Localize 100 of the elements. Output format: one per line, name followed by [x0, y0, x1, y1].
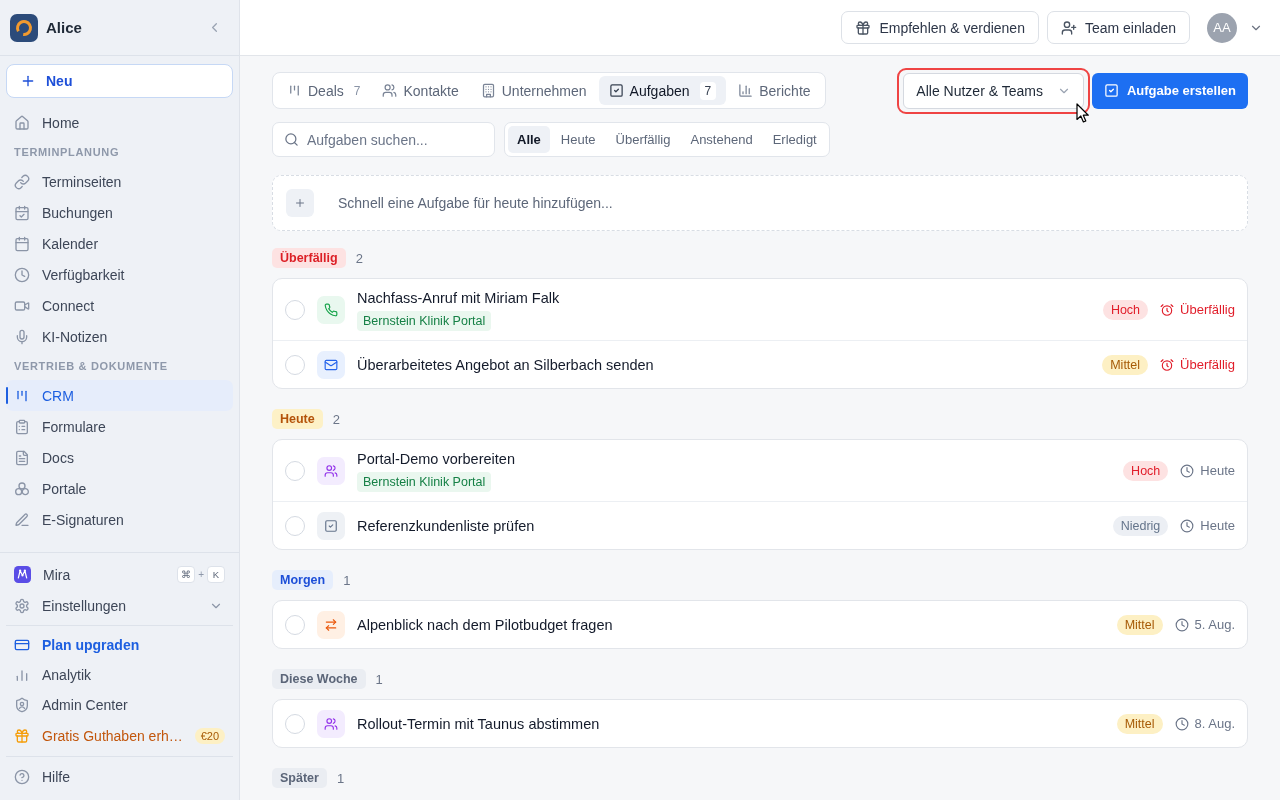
document-icon — [14, 449, 30, 466]
credit-badge: €20 — [194, 728, 225, 744]
tab-count: 7 — [699, 81, 717, 100]
swap-arrows-icon — [317, 610, 345, 639]
workspace-logo-icon — [10, 13, 38, 42]
clock-icon — [1180, 463, 1195, 478]
calendar-icon — [14, 235, 30, 252]
people-icon — [382, 83, 398, 98]
group-tag: Überfällig — [272, 248, 346, 268]
nav-item[interactable]: E-Signaturen — [6, 504, 233, 535]
pen-icon — [14, 511, 30, 528]
nav-item[interactable]: Buchungen — [6, 197, 233, 228]
filter-tab[interactable]: Überfällig — [606, 126, 680, 153]
tab[interactable]: Aufgaben 7 — [598, 76, 727, 105]
nav-item[interactable]: Terminseiten — [6, 166, 233, 197]
search-field[interactable]: Aufgaben suchen... — [272, 122, 495, 157]
group-count: 1 — [336, 770, 345, 786]
owner-filter-dropdown[interactable]: Alle Nutzer & Teams — [903, 72, 1084, 109]
shortcut-plus: + — [198, 569, 204, 580]
people-icon — [317, 709, 345, 738]
task-checkbox[interactable] — [285, 460, 305, 481]
bar-chart-icon — [14, 667, 30, 683]
bar-chart-icon — [738, 83, 754, 98]
shortcut-key: K — [207, 566, 225, 583]
credit-card-icon — [14, 637, 30, 653]
priority-tag: Niedrig — [1112, 515, 1169, 536]
group-tag: Heute — [272, 409, 323, 429]
tab[interactable]: Kontakte — [372, 76, 469, 105]
nav-item[interactable]: Admin Center — [6, 690, 233, 720]
task-title: Rollout-Termin mit Taunus abstimmen — [357, 714, 600, 734]
nav-item[interactable]: Connect — [6, 290, 233, 321]
microphone-icon — [14, 328, 30, 345]
plus-icon — [20, 73, 36, 89]
nav-item[interactable]: Kalender — [6, 228, 233, 259]
nav-item[interactable]: Home — [6, 107, 233, 138]
filter-tab[interactable]: Alle — [508, 126, 550, 153]
group-tag: Diese Woche — [272, 669, 366, 689]
task-title: Portal-Demo vorbereiten — [357, 450, 515, 469]
nav-item[interactable]: Plan upgraden — [6, 630, 233, 660]
group-count: 1 — [343, 572, 351, 588]
task-checkbox[interactable] — [285, 299, 305, 320]
clock-icon — [1174, 617, 1189, 632]
tab[interactable]: Berichte — [728, 76, 821, 105]
user-plus-icon — [1060, 19, 1077, 36]
phone-icon — [317, 295, 345, 324]
tab[interactable]: Unternehmen — [470, 76, 597, 105]
gift-icon — [14, 728, 30, 744]
alarm-clock-icon — [1160, 302, 1175, 317]
priority-tag: Hoch — [1123, 460, 1169, 481]
clock-icon — [14, 266, 30, 283]
nav-item[interactable]: Portale — [6, 473, 233, 504]
due-date: Überfällig — [1180, 302, 1235, 317]
gift-icon — [855, 19, 872, 36]
nav-item[interactable]: Gratis Guthaben erh… — [6, 720, 191, 752]
task-checkbox[interactable] — [285, 614, 305, 635]
nav-item[interactable]: Verfügbarkeit — [6, 259, 233, 290]
invite-button[interactable]: Team einladen — [1046, 11, 1190, 44]
task-title: Referenzkundenliste prüfen — [357, 516, 535, 536]
assistant-item[interactable]: Mira — [6, 559, 178, 590]
nav-item[interactable]: CRM — [6, 380, 233, 411]
task-title: Überarbeitetes Angebot an Silberbach senden — [357, 355, 654, 375]
project-tag: Bernstein Klinik Portal — [357, 472, 492, 492]
group-count: 2 — [355, 250, 363, 266]
tab[interactable]: Deals 7 — [277, 76, 371, 105]
task-checkbox[interactable] — [285, 713, 305, 734]
workspace-name: Alice — [46, 19, 83, 36]
nav-item[interactable]: Analytik — [6, 660, 233, 690]
nav-item[interactable]: KI-Notizen — [6, 321, 233, 352]
link-icon — [14, 173, 30, 190]
due-date: Heute — [1200, 518, 1235, 533]
group-tag: Morgen — [272, 570, 334, 590]
filter-tab[interactable]: Heute — [551, 126, 605, 153]
settings-item[interactable]: Einstellungen — [6, 590, 233, 621]
mouse-pointer-icon — [1076, 102, 1090, 123]
new-button[interactable]: Neu — [6, 64, 233, 98]
columns-icon — [287, 83, 302, 98]
clock-icon — [1180, 518, 1195, 533]
alarm-clock-icon — [1160, 357, 1175, 372]
shortcut-key: ⌘ — [177, 566, 196, 583]
filter-tab[interactable]: Anstehend — [681, 126, 762, 153]
priority-tag: Mittel — [1116, 713, 1163, 734]
filter-tab[interactable]: Erledigt — [763, 126, 826, 153]
nav-item[interactable]: Formulare — [6, 411, 233, 442]
clock-icon — [1174, 716, 1189, 731]
clipboard-icon — [14, 418, 30, 435]
task-checkbox[interactable] — [285, 354, 305, 375]
quick-add-field[interactable]: Schnell eine Aufgabe für heute hinzufügen... — [272, 175, 1248, 231]
nav-item[interactable]: Docs — [6, 442, 233, 473]
mail-icon — [317, 350, 345, 379]
house-icon — [14, 114, 30, 131]
group-tag: Später — [272, 768, 327, 788]
task-title: Alpenblick nach dem Pilotbudget fragen — [357, 615, 613, 635]
help-item[interactable]: Hilfe — [6, 761, 233, 792]
priority-tag: Mittel — [1116, 614, 1163, 635]
referral-button[interactable]: Empfehlen & verdienen — [841, 11, 1039, 44]
task-checkbox[interactable] — [285, 515, 305, 536]
priority-tag: Hoch — [1102, 299, 1149, 320]
create-task-button[interactable]: Aufgabe erstellen — [1091, 72, 1248, 109]
section-heading: VERTRIEB & DOKUMENTE — [13, 359, 169, 374]
shield-user-icon — [14, 697, 30, 713]
